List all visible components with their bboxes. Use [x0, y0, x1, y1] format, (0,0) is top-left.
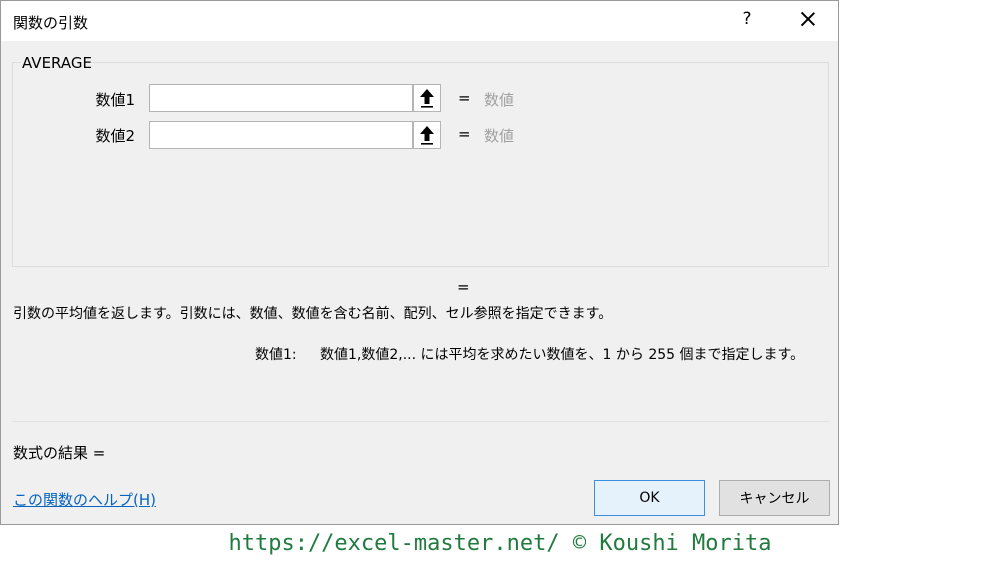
dialog-title: 関数の引数: [13, 14, 89, 32]
arrow-up-icon: [420, 126, 434, 145]
function-name: AVERAGE: [21, 54, 93, 72]
range-select-button-2[interactable]: [413, 121, 441, 149]
arg-label-2: 数値2: [95, 127, 135, 145]
watermark-text: https://excel-master.net/ © Koushi Morit…: [228, 531, 772, 556]
arg-equals-1: =: [458, 89, 471, 107]
close-icon[interactable]: [795, 6, 821, 32]
cancel-button[interactable]: キャンセル: [719, 480, 830, 516]
range-select-button-1[interactable]: [413, 84, 441, 112]
arg-input-1[interactable]: [149, 84, 413, 112]
function-help-link[interactable]: この関数のヘルプ(H): [13, 489, 156, 510]
arg-help-text: 数値1,数値2,... には平均を求めたい数値を、1 から 255 個まで指定し…: [320, 347, 805, 363]
arg-result-2: 数値: [484, 127, 515, 145]
arg-label-1: 数値1: [95, 91, 135, 109]
title-bar: 関数の引数 ?: [1, 1, 838, 41]
function-description: 引数の平均値を返します。引数には、数値、数値を含む名前、配列、セル参照を指定でき…: [13, 306, 613, 322]
ok-button[interactable]: OK: [594, 480, 705, 516]
help-button[interactable]: ?: [737, 9, 757, 29]
arg-equals-2: =: [458, 125, 471, 143]
formula-result: 数式の結果 =: [13, 444, 106, 462]
arg-help-label: 数値1:: [255, 347, 297, 363]
arg-result-1: 数値: [484, 91, 515, 109]
function-arguments-dialog: 関数の引数 ? AVERAGE 数値1 = 数値 数値2 = 数値 = 引数の平…: [0, 0, 839, 525]
formula-value-equals: =: [457, 278, 470, 296]
divider: [12, 421, 829, 422]
arrow-up-icon: [420, 89, 434, 108]
arg-input-2[interactable]: [149, 121, 413, 149]
